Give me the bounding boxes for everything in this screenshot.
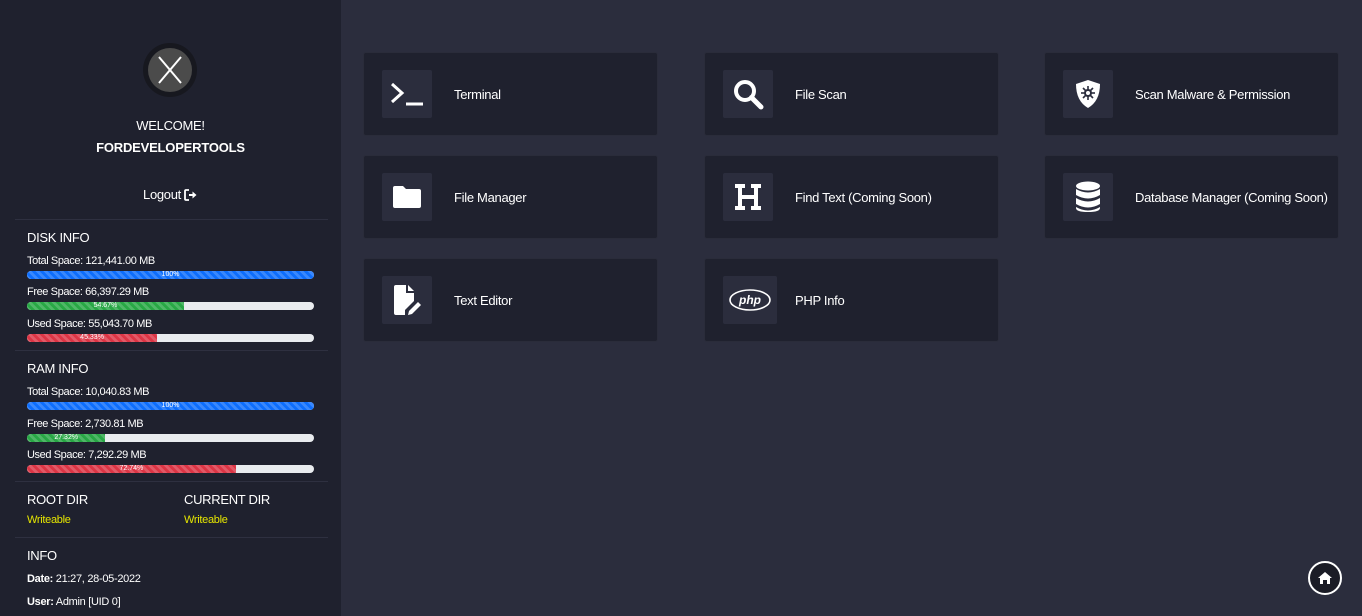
scan-malware-card[interactable]: Scan Malware & Permission (1044, 52, 1339, 136)
divider (15, 537, 328, 538)
ram-used-label: Used Space: 7,292.29 MB (27, 449, 147, 461)
current-dir-title: CURRENT DIR (184, 492, 271, 507)
disk-info-title: DISK INFO (27, 230, 90, 245)
avatar (143, 43, 197, 97)
disk-total-pct: 100% (161, 271, 180, 278)
file-scan-card[interactable]: File Scan (704, 52, 999, 136)
current-dir: CURRENT DIR Writeable (184, 492, 270, 526)
info-user-key: User: (27, 596, 54, 608)
info-date-key: Date: (27, 573, 54, 585)
php-info-label: PHP Info (795, 292, 845, 308)
info-user-value: Admin [UID 0] (55, 596, 121, 608)
ram-total-fill: 100% (27, 402, 314, 410)
disk-total-progress: 100% (27, 271, 314, 279)
disk-free-fill: 54.67% (27, 302, 184, 310)
scan-malware-label: Scan Malware & Permission (1135, 86, 1291, 102)
divider (15, 350, 328, 351)
file-manager-card[interactable]: File Manager (363, 155, 658, 239)
info-title: INFO (27, 548, 57, 563)
terminal-label: Terminal (454, 86, 501, 102)
find-text-label: Find Text (Coming Soon) (795, 189, 932, 205)
divider (15, 219, 328, 220)
info-user: User: Admin [UID 0] (27, 596, 121, 608)
file-manager-label: File Manager (454, 189, 527, 205)
database-manager-card[interactable]: Database Manager (Coming Soon) (1044, 155, 1339, 239)
ram-total-progress: 100% (27, 402, 314, 410)
info-date: Date: 21:27, 28-05-2022 (27, 573, 141, 585)
welcome-text: WELCOME! (136, 118, 205, 133)
database-manager-label: Database Manager (Coming Soon) (1135, 189, 1328, 205)
home-icon (1318, 572, 1332, 584)
php-info-card[interactable]: php PHP Info (704, 258, 999, 342)
ram-total-label: Total Space: 10,040.83 MB (27, 386, 150, 398)
logout-link[interactable]: Logout (0, 187, 341, 202)
ram-free-progress: 27.32% (27, 434, 314, 442)
terminal-icon (390, 82, 423, 106)
divider (15, 481, 328, 482)
disk-total-fill: 100% (27, 271, 314, 279)
find-text-card[interactable]: Find Text (Coming Soon) (704, 155, 999, 239)
shield-virus-icon (1076, 80, 1100, 108)
terminal-card[interactable]: Terminal (363, 52, 658, 136)
file-scan-label: File Scan (795, 86, 847, 102)
disk-used-label: Used Space: 55,043.70 MB (27, 318, 152, 330)
ram-free-fill: 27.32% (27, 434, 106, 442)
search-icon (734, 80, 764, 110)
root-dir-title: ROOT DIR (27, 492, 88, 507)
file-edit-icon (394, 285, 421, 315)
sign-out-icon (184, 189, 197, 201)
ram-free-label: Free Space: 2,730.81 MB (27, 418, 144, 430)
disk-free-progress: 54.67% (27, 302, 314, 310)
disk-used-pct: 45.33% (80, 334, 104, 341)
username: FORDEVELOPERTOOLS (96, 140, 245, 155)
disk-free-label: Free Space: 66,397.29 MB (27, 286, 149, 298)
sidebar: WELCOME! FORDEVELOPERTOOLS Logout DISK I… (0, 0, 341, 616)
text-editor-card[interactable]: Text Editor (363, 258, 658, 342)
php-icon: php (729, 289, 771, 311)
folder-icon (393, 186, 421, 208)
ram-used-progress: 72.74% (27, 465, 314, 473)
ram-used-fill: 72.74% (27, 465, 236, 473)
disk-total-label: Total Space: 121,441.00 MB (27, 255, 155, 267)
ram-free-pct: 27.32% (54, 434, 79, 441)
disk-free-pct: 54.67% (93, 302, 118, 309)
ram-info-title: RAM INFO (27, 361, 89, 376)
heading-icon (735, 184, 761, 210)
home-button[interactable] (1308, 561, 1342, 595)
text-editor-label: Text Editor (454, 292, 513, 308)
database-icon (1076, 181, 1100, 212)
logout-label: Logout (143, 187, 181, 202)
info-date-value: 21:27, 28-05-2022 (55, 573, 141, 585)
ram-used-pct: 72.74% (119, 465, 144, 472)
current-dir-status: Writeable (184, 514, 228, 526)
root-dir: ROOT DIR Writeable (27, 492, 88, 526)
disk-used-progress: 45.33% (27, 334, 314, 342)
ram-total-pct: 100% (161, 402, 180, 409)
php-logo-text: php (738, 293, 761, 307)
x-logo-icon (158, 56, 182, 84)
disk-used-fill: 45.33% (27, 334, 158, 342)
root-dir-status: Writeable (27, 514, 71, 526)
